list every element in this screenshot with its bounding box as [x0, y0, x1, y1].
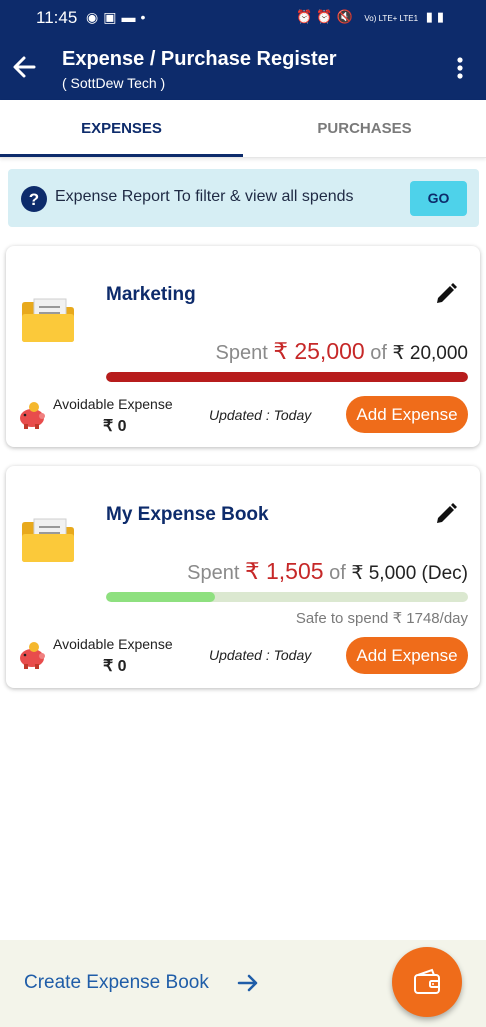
company-subtitle: ( SottDew Tech )	[62, 75, 166, 91]
add-expense-button[interactable]: Add Expense	[346, 637, 468, 674]
book-name: Marketing	[106, 284, 196, 305]
budget-progress-fill	[106, 372, 468, 382]
tab-purchases[interactable]: PURCHASES	[243, 100, 486, 157]
banner-text: Expense Report To filter & view all spen…	[55, 188, 354, 205]
bottom-bar: Create Expense Book	[0, 940, 486, 1027]
wallet-fab-button[interactable]	[392, 947, 462, 1017]
folder-icon	[22, 518, 74, 562]
tab-bar: EXPENSES PURCHASES	[0, 100, 486, 158]
system-icons: ⏰⏰🔇 Vo) LTE+ LTE1 ▮▮	[296, 9, 448, 24]
go-button[interactable]: GO	[410, 181, 467, 216]
add-expense-button[interactable]: Add Expense	[346, 396, 468, 433]
page-title: Expense / Purchase Register	[62, 48, 337, 70]
svg-text:?: ?	[29, 190, 39, 209]
more-options-icon[interactable]	[448, 54, 472, 82]
spent-amount: ₹ 25,000	[273, 338, 365, 364]
of-label: of	[370, 342, 387, 364]
piggy-bank-icon	[20, 402, 45, 429]
updated-label: Updated : Today	[209, 647, 312, 663]
of-label: of	[329, 562, 346, 584]
wallet-icon	[414, 968, 440, 994]
budget-progress-bar	[106, 372, 468, 382]
budget-progress-bar	[106, 592, 468, 602]
arrow-right-icon[interactable]	[236, 971, 260, 995]
spent-amount: ₹ 1,505	[244, 558, 324, 584]
status-bar: 11:45 ◉▣▬• ⏰⏰🔇 Vo) LTE+ LTE1 ▮▮	[0, 0, 486, 36]
folder-icon	[22, 298, 74, 342]
budget-amount: ₹ 5,000 (Dec)	[351, 563, 468, 584]
budget-amount: ₹ 20,000	[392, 343, 468, 364]
status-time: 11:45	[36, 8, 78, 27]
avoidable-expense-value: ₹ 0	[103, 658, 127, 675]
spend-summary: Spent ₹ 25,000 of ₹ 20,000	[216, 338, 469, 365]
avoidable-expense-label: Avoidable Expense	[53, 396, 173, 412]
notification-icons: ◉▣▬•	[86, 9, 151, 25]
safe-to-spend-text: Safe to spend ₹ 1748/day	[295, 610, 468, 627]
network-label: Vo) LTE+ LTE1	[364, 14, 419, 23]
updated-label: Updated : Today	[209, 407, 312, 423]
spent-label: Spent	[215, 342, 268, 364]
piggy-bank-icon	[20, 642, 45, 669]
help-icon: ?	[21, 186, 47, 212]
spend-summary: Spent ₹ 1,505 of ₹ 5,000 (Dec)	[187, 558, 468, 585]
book-name: My Expense Book	[106, 504, 269, 525]
app-bar: Expense / Purchase Register ( SottDew Te…	[0, 36, 486, 100]
back-arrow-icon[interactable]	[8, 50, 40, 84]
tab-expenses[interactable]: EXPENSES	[0, 100, 243, 157]
edit-icon[interactable]	[434, 502, 458, 526]
edit-icon[interactable]	[434, 282, 458, 306]
avoidable-expense-value: ₹ 0	[103, 418, 127, 435]
expense-report-banner: ? Expense Report To filter & view all sp…	[8, 169, 479, 227]
expense-book-card[interactable]: My Expense Book Spent ₹ 1,505 of ₹ 5,000…	[6, 466, 480, 688]
expense-book-card[interactable]: Marketing Spent ₹ 25,000 of ₹ 20,000 Avo…	[6, 246, 480, 447]
create-expense-book-link[interactable]: Create Expense Book	[24, 972, 209, 994]
avoidable-expense-label: Avoidable Expense	[53, 636, 173, 652]
spent-label: Spent	[187, 562, 240, 584]
budget-progress-fill	[106, 592, 215, 602]
